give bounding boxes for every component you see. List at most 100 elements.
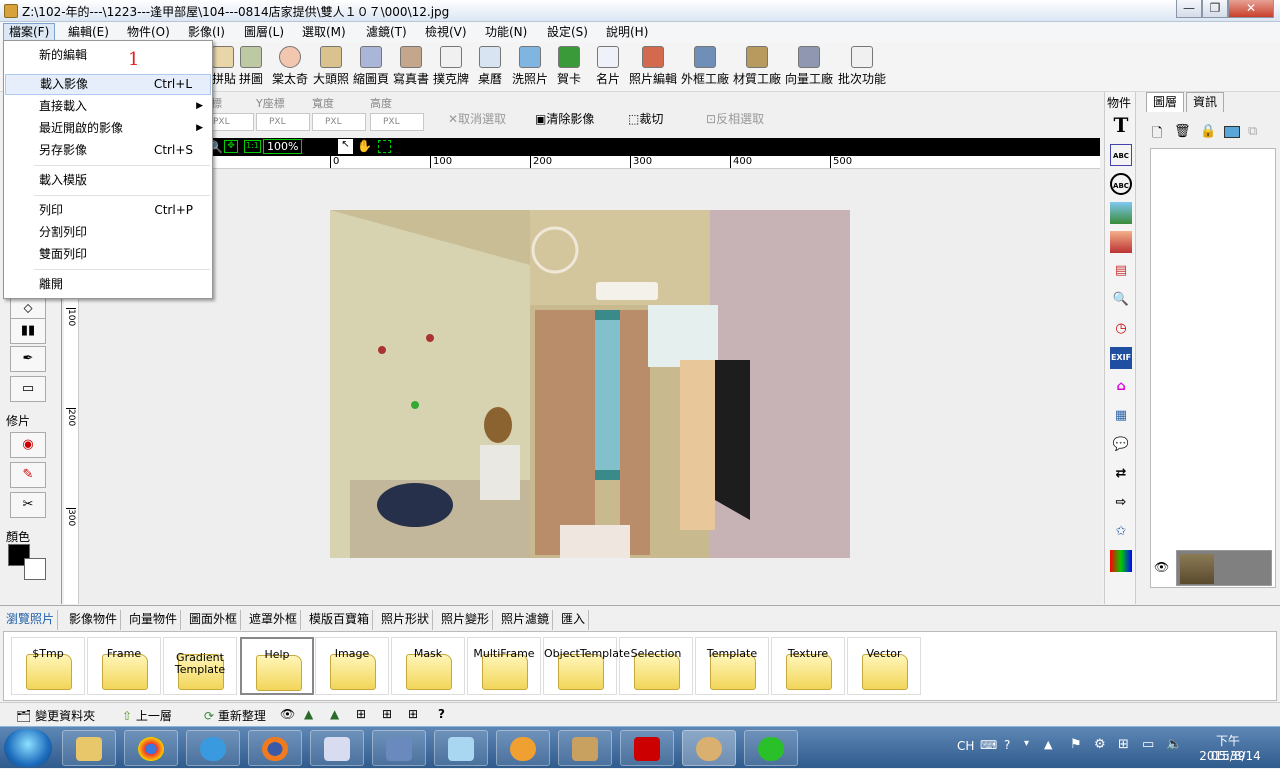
cake-icon[interactable]: ⌂ [1110,376,1132,398]
abc-text-icon[interactable]: ABC [1110,144,1132,166]
tab-photo-warp[interactable]: 照片變形 [438,610,494,630]
sort-size-button[interactable]: ⊞ [408,707,418,721]
parent-folder-button[interactable]: ⇧ 上一層 [122,707,172,724]
crop-button[interactable]: ⬚裁切 [628,110,663,127]
taskbar-filezilla[interactable] [620,730,674,766]
clear-image-button[interactable]: ▣清除影像 [535,110,594,127]
menu-item-load-template[interactable]: 載入模版 [5,170,211,191]
layer-image-icon[interactable] [1224,126,1240,138]
menu-item-recent-images[interactable]: 最近開啟的影像 ▶ [5,118,211,139]
taskbar-explorer[interactable] [62,730,116,766]
tool-vector-factory[interactable]: 向量工廠 [784,46,834,90]
image-object-icon[interactable] [1110,202,1132,224]
taskbar-line[interactable] [744,730,798,766]
menu-help[interactable]: 說明(H) [601,23,653,41]
help-button[interactable]: ? [438,707,445,721]
taskbar-firefox[interactable] [248,730,302,766]
tool-batch[interactable]: 批次功能 [836,46,888,90]
eyedropper-tool[interactable]: ✒ [10,346,46,372]
double-arrow-icon[interactable]: ⇄ [1110,463,1132,485]
maximize-button[interactable]: ❐ [1202,0,1228,18]
tab-mask-frames[interactable]: 遮罩外框 [246,610,302,630]
keyboard-icon[interactable]: ⌨ [980,738,997,752]
tab-photo-shapes[interactable]: 照片形狀 [378,610,434,630]
width-input[interactable]: PXL [312,113,366,131]
change-folder-button[interactable]: 🗂 變更資料夾 [16,707,95,724]
folder-item[interactable]: Selection [619,637,693,695]
tool-poker[interactable]: 撲克牌 [431,46,471,90]
taskbar-photocap[interactable] [682,730,736,766]
arrow-right-icon[interactable]: ⇨ [1110,492,1132,514]
menu-item-load-image[interactable]: 載入影像 Ctrl+L [5,74,211,95]
tool-texture-factory[interactable]: 材質工廠 [732,46,782,90]
menu-item-print[interactable]: 列印 Ctrl+P [5,200,211,221]
magnifier-icon[interactable]: 🔍 [1110,289,1132,311]
tool-business-card[interactable]: 名片 [594,46,622,90]
deselect-button[interactable]: ✕取消選取 [448,110,506,127]
folder-item[interactable]: Gradient Template [163,637,237,695]
text-tool-icon[interactable]: T [1110,114,1132,136]
folder-item[interactable]: Template [695,637,769,695]
menu-layer[interactable]: 圖層(L) [239,23,289,41]
menu-item-save-image[interactable]: 另存影像 Ctrl+S [5,140,211,161]
background-color-swatch[interactable] [24,558,46,580]
trash-icon[interactable]: 🗑 [1174,124,1191,139]
windows-icon[interactable]: ⊞ [1118,737,1129,752]
taskbar-app-2[interactable] [372,730,426,766]
actual-size-button[interactable]: 1:1 [244,140,261,153]
tool-thumbnail-page[interactable]: 縮圖頁 [351,46,391,90]
clone-tool[interactable]: ✂ [10,492,46,518]
tool-puzzle[interactable]: 拼圖 [236,46,266,90]
menu-edit[interactable]: 編輯(E) [63,23,114,41]
rectangle-tool[interactable]: ▭ [10,376,46,402]
speech-bubble-icon[interactable]: 💬 [1110,434,1132,456]
taskbar-photo-editor[interactable] [558,730,612,766]
layer-thumbnail[interactable] [1176,550,1272,586]
copy-layer-icon[interactable]: ⧉ [1248,124,1257,139]
hand-icon[interactable]: ✋ [357,139,372,153]
marquee-icon[interactable] [378,140,391,153]
menu-function[interactable]: 功能(N) [480,23,532,41]
mosaic-icon[interactable] [1110,550,1132,572]
tool-calendar[interactable]: 桌曆 [476,46,504,90]
calendar-object-icon[interactable]: ▦ [1110,405,1132,427]
tool-frame-factory[interactable]: 外框工廠 [680,46,730,90]
height-input[interactable]: PXL [370,113,424,131]
tab-photo-filters[interactable]: 照片濾鏡 [498,610,554,630]
tool-montage[interactable]: 棠太奇 [270,46,310,90]
folder-item[interactable]: Mask [391,637,465,695]
red-eye-tool[interactable]: ◉ [10,432,46,458]
invert-selection-button[interactable]: ⊡反相選取 [706,110,764,127]
exif-icon[interactable]: EXIF [1110,347,1132,369]
sort-desc-button[interactable]: ▲ [330,707,339,721]
refresh-button[interactable]: ⟳ 重新整理 [204,707,266,724]
menu-item-duplex-print[interactable]: 雙面列印 [5,244,211,265]
tool-headshot[interactable]: 大頭照 [311,46,351,90]
tab-info[interactable]: 資訊 [1186,92,1225,112]
help-tray-icon[interactable]: ? [1004,738,1010,752]
menu-image[interactable]: 影像(I) [183,23,230,41]
menu-item-new-edit[interactable]: 新的編輯 [5,45,211,66]
photo-canvas[interactable] [330,210,850,558]
folder-item[interactable]: ObjectTemplate [543,637,630,695]
eye-icon[interactable]: 👁 [1154,560,1169,574]
menu-item-direct-load[interactable]: 直接載入 ▶ [5,96,211,117]
abc-circle-icon[interactable]: ABC [1110,173,1132,195]
close-button[interactable]: ✕ [1228,0,1274,18]
tab-vector-objects[interactable]: 向量物件 [126,610,182,630]
menu-select[interactable]: 選取(M) [297,23,351,41]
tool-greeting-card[interactable]: 賀卡 [556,46,582,90]
y-coord-input[interactable]: PXL [256,113,310,131]
fit-screen-icon[interactable]: ✥ [224,140,238,153]
tray-arrow-icon[interactable]: ▾ [1024,738,1029,749]
menu-view[interactable]: 檢視(V) [420,23,472,41]
new-layer-icon[interactable]: 🗋 [1152,124,1162,146]
tab-import[interactable]: 匯入 [558,610,590,630]
folder-item[interactable]: $Tmp [11,637,85,695]
folder-item[interactable]: Texture [771,637,845,695]
taskbar-chrome[interactable] [124,730,178,766]
taskbar-app-3[interactable] [434,730,488,766]
menu-settings[interactable]: 設定(S) [542,23,593,41]
align-tool[interactable]: ▮▮ [10,318,46,344]
menu-item-split-print[interactable]: 分割列印 [5,222,211,243]
